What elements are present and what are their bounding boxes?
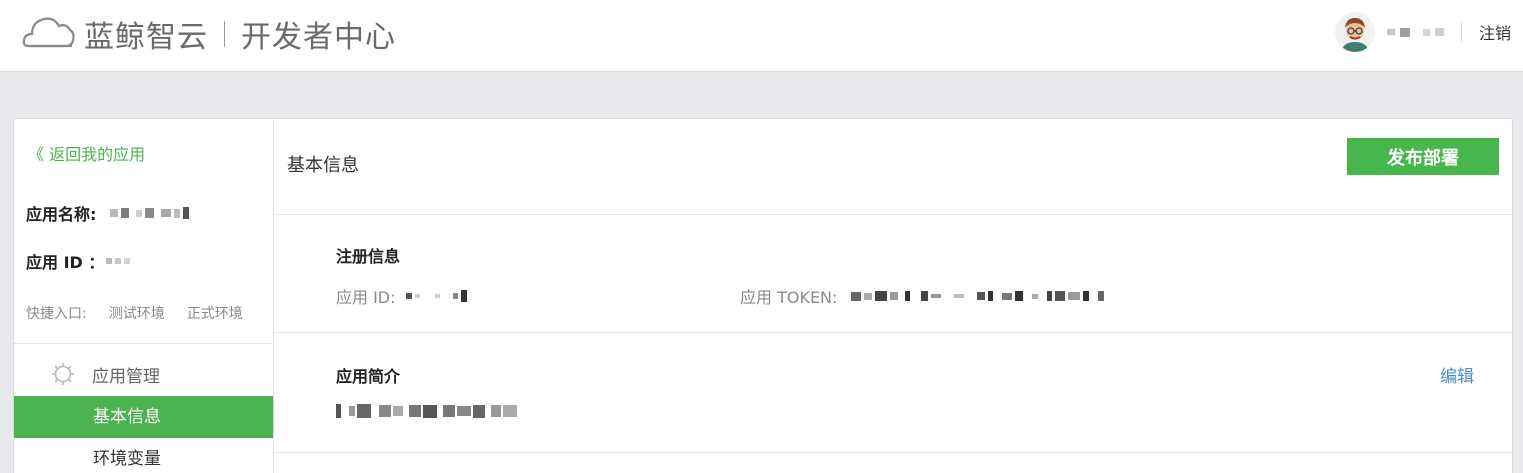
register-app-token-label: 应用 TOKEN: [740, 288, 838, 307]
app-id-row: 应用 ID ： [26, 249, 131, 273]
cloud-logo-icon [22, 12, 76, 56]
register-app-id: 应用 ID: [336, 284, 467, 308]
sidebar: 《 返回我的应用 应用名称: 应用 ID ： 快捷入口: 测试环境 正式环境 应… [14, 119, 274, 473]
portal-title: 开发者中心 [241, 20, 396, 55]
top-header: 蓝鲸智云 开发者中心 注销 [0, 0, 1523, 72]
divider [274, 332, 1512, 333]
app-name-redacted [110, 207, 190, 219]
gear-icon [50, 361, 76, 387]
register-info-title: 注册信息 [336, 247, 401, 266]
logout-link[interactable]: 注销 [1479, 20, 1511, 44]
prod-env-link[interactable]: 正式环境 [187, 303, 243, 323]
register-app-token-redacted [851, 291, 1105, 301]
edit-intro-link[interactable]: 编辑 [1440, 362, 1474, 387]
register-app-id-redacted [405, 290, 467, 302]
content-area: 基本信息 发布部署 注册信息 应用 ID: 应用 TOKEN: 应用简介 编辑 [274, 119, 1512, 473]
app-name-label: 应用名称: [26, 205, 97, 224]
divider [274, 214, 1512, 215]
avatar[interactable] [1334, 12, 1375, 52]
brand-name: 蓝鲸智云 [84, 20, 208, 55]
user-area: 注销 [1334, 12, 1511, 52]
sidebar-item-basic-info[interactable]: 基本信息 [14, 396, 273, 438]
username-redacted [1386, 27, 1444, 37]
menu-group-app-management[interactable]: 应用管理 [14, 359, 274, 389]
register-app-id-label: 应用 ID: [336, 288, 396, 307]
sidebar-item-env-vars[interactable]: 环境变量 [14, 438, 273, 473]
user-divider [1460, 22, 1462, 42]
quick-access: 快捷入口: 测试环境 正式环境 [26, 303, 265, 323]
back-to-apps-link[interactable]: 《 返回我的应用 [28, 141, 145, 165]
test-env-link[interactable]: 测试环境 [109, 303, 165, 323]
page-title: 基本信息 [287, 155, 359, 176]
app-id-redacted [106, 258, 131, 264]
app-name-row: 应用名称: [26, 201, 190, 225]
publish-deploy-button[interactable]: 发布部署 [1347, 138, 1499, 175]
app-id-label: 应用 ID ： [26, 253, 105, 272]
quick-access-label: 快捷入口: [26, 306, 87, 322]
logo[interactable]: 蓝鲸智云 开发者中心 [22, 12, 396, 56]
menu-group-label: 应用管理 [92, 366, 160, 387]
main-panel: 《 返回我的应用 应用名称: 应用 ID ： 快捷入口: 测试环境 正式环境 应… [13, 118, 1513, 473]
sidebar-divider [14, 343, 274, 344]
logo-divider [224, 21, 225, 47]
app-intro-title: 应用简介 [336, 367, 401, 386]
register-app-token: 应用 TOKEN: [740, 284, 1105, 308]
divider [274, 452, 1512, 453]
app-intro-text-redacted [336, 404, 517, 418]
